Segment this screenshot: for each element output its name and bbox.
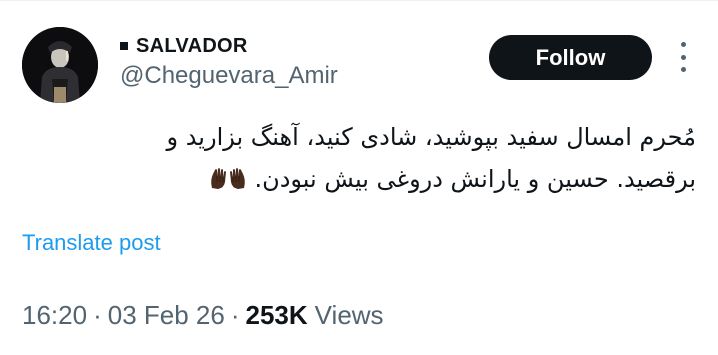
translate-post-link[interactable]: Translate post: [22, 230, 161, 256]
tweet-meta: 16:20 · 03 Feb 26 · 253K Views: [22, 300, 384, 331]
views-count[interactable]: 253K: [246, 300, 308, 331]
author-display-name[interactable]: SALVADOR: [136, 35, 248, 58]
more-options-icon[interactable]: [674, 42, 692, 72]
raised-hands-icon: [211, 168, 246, 189]
avatar[interactable]: [22, 27, 98, 103]
tweet-date[interactable]: 03 Feb 26: [108, 300, 225, 331]
views-label[interactable]: Views: [315, 300, 384, 331]
meta-separator: ·: [93, 300, 102, 330]
square-emoji-icon: [120, 42, 128, 50]
follow-button[interactable]: Follow: [489, 35, 652, 80]
tweet-text-line: برقصید. حسین و یارانش دروغی بیش نبودن.: [36, 158, 696, 200]
tweet-text-line: مُحرم امسال سفید بپوشید، شادی کنید، آهنگ…: [166, 123, 696, 151]
meta-separator: ·: [230, 300, 240, 330]
author-handle[interactable]: @Cheguevara_Amir: [120, 62, 338, 90]
tweet-card: SALVADOR @Cheguevara_Amir Follow مُحرم ا…: [0, 0, 718, 355]
tweet-time[interactable]: 16:20: [22, 300, 87, 331]
tweet-text: مُحرم امسال سفید بپوشید، شادی کنید، آهنگ…: [36, 116, 696, 200]
tweet-text-segment: برقصید. حسین و یارانش دروغی بیش نبودن.: [254, 165, 696, 193]
author-name-row[interactable]: SALVADOR: [120, 34, 248, 58]
